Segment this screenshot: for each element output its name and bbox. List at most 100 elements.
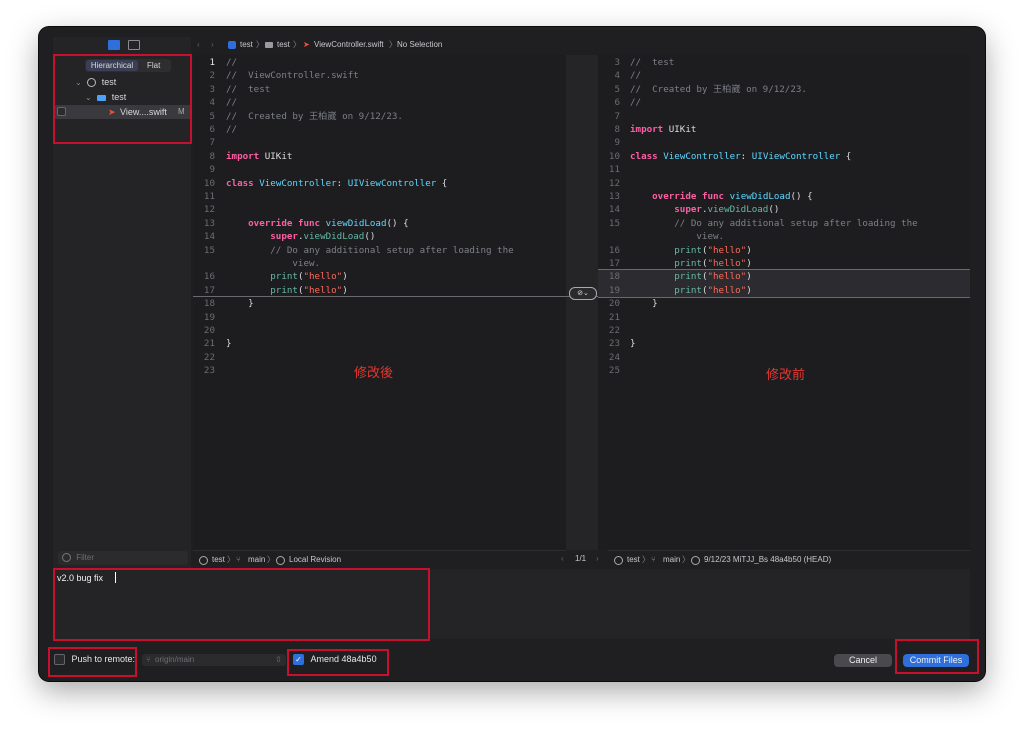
forward-icon[interactable]: › <box>211 37 214 53</box>
code-token: UIViewController <box>751 150 841 162</box>
highlight-file-tree <box>53 54 192 144</box>
line-number: 18 <box>203 298 215 310</box>
chevron-right-icon: 〉 <box>267 555 275 564</box>
change-counter: 1/1 <box>575 554 587 563</box>
code-token: // <box>226 57 238 68</box>
code-token: // <box>630 70 642 82</box>
line-number: 9 <box>614 137 620 149</box>
code-line: 4 // <box>193 96 566 109</box>
code-token: { <box>436 177 448 189</box>
breadcrumb-file[interactable]: ViewController.swift <box>314 37 384 53</box>
code-line: 15 // Do any additional setup after load… <box>193 244 566 257</box>
line-number: 5 <box>614 83 620 95</box>
line-number: 12 <box>203 204 215 216</box>
code-text: override func viewDidLoad() { <box>226 217 409 230</box>
previous-change-icon[interactable]: ‹ <box>561 550 564 568</box>
line-number: 24 <box>608 351 620 363</box>
filter-placeholder: Filter <box>76 553 95 562</box>
code-text: class ViewController: UIViewController { <box>630 150 851 163</box>
code-token: // ViewController.swift <box>226 70 359 82</box>
code-token: print <box>674 271 702 283</box>
code-token: ViewController <box>663 150 741 162</box>
code-line: 17 print("hello") <box>598 257 970 270</box>
line-number: 14 <box>608 204 620 216</box>
changes-tab-icon[interactable] <box>108 40 120 50</box>
code-line: 5 // Created by 王柏崴 on 9/12/23. <box>598 83 970 96</box>
original-code-pane[interactable]: 修改前 3// test 4//5// Created by 王柏崴 on 9/1… <box>598 55 970 550</box>
breadcrumb-selection[interactable]: No Selection <box>397 37 442 53</box>
line-number: 16 <box>608 244 620 256</box>
modified-code-pane[interactable]: 修改後 1//2// ViewController.swift 3// test 4… <box>193 55 566 550</box>
swift-icon: ➤ <box>303 40 310 49</box>
remote-branch-select[interactable]: ⑂ origin/main ⇳ <box>142 654 286 666</box>
breadcrumb-project[interactable]: test <box>240 37 253 53</box>
code-token: viewDidLoad <box>707 204 769 216</box>
code-line: view. <box>193 257 566 270</box>
code-line: 12 <box>193 203 566 216</box>
code-token: print <box>674 284 702 296</box>
code-line: 16 print("hello") <box>598 244 970 257</box>
code-token: UIViewController <box>347 177 437 189</box>
code-line: 13 override func viewDidLoad() { <box>193 217 566 230</box>
code-token: import <box>226 150 260 162</box>
code-line: 23 <box>193 364 566 377</box>
history-tab-icon[interactable] <box>128 40 140 50</box>
filter-field[interactable]: Filter <box>58 551 188 565</box>
right-footer-revision[interactable]: 9/12/23 MiTJJ_Bs 48a4b50 (HEAD) <box>704 551 831 569</box>
code-line: 20 } <box>598 297 970 310</box>
code-line: 3 // test <box>193 83 566 96</box>
code-token: ) <box>342 271 348 283</box>
right-footer-project[interactable]: test <box>627 551 640 569</box>
code-token: print <box>270 271 298 283</box>
change-toggle-button[interactable]: ⊘⌄ <box>569 287 597 300</box>
code-token: } <box>630 338 636 350</box>
line-number: 22 <box>203 351 215 363</box>
code-text: // <box>630 96 641 109</box>
line-number: 10 <box>203 177 215 189</box>
left-footer-project[interactable]: test <box>212 551 225 569</box>
back-icon[interactable]: ‹ <box>197 37 200 53</box>
code-text: class ViewController: UIViewController { <box>226 177 447 190</box>
line-number: 13 <box>203 217 215 229</box>
code-token: ) <box>746 271 752 283</box>
left-footer-branch[interactable]: main <box>248 551 265 569</box>
code-token: UIKit <box>259 150 293 162</box>
code-text: // Do any additional setup after loading… <box>226 244 513 257</box>
code-text: // test <box>630 56 674 69</box>
line-number: 7 <box>209 137 215 149</box>
line-number: 17 <box>608 258 620 269</box>
chevron-right-icon: 〉 <box>256 40 264 49</box>
code-token: } <box>226 338 232 350</box>
next-change-icon[interactable]: › <box>596 550 599 568</box>
code-token: print <box>674 258 702 269</box>
code-line: 7 <box>598 110 970 123</box>
line-number: 18 <box>608 271 620 283</box>
code-line: 20 <box>193 324 566 337</box>
line-number: 4 <box>209 97 215 109</box>
code-text: // ViewController.swift <box>226 69 359 82</box>
remote-branch-value: origin/main <box>155 655 195 664</box>
code-line: 24 <box>598 351 970 364</box>
code-token: viewDidLoad <box>303 231 365 243</box>
line-number: 12 <box>608 177 620 189</box>
code-text: super.viewDidLoad() <box>630 203 779 216</box>
code-line: 4 // <box>598 69 970 82</box>
line-number: 3 <box>209 83 215 95</box>
left-footer-revision[interactable]: Local Revision <box>289 551 341 569</box>
code-token: UIKit <box>663 124 697 135</box>
code-token: print <box>674 244 702 256</box>
code-line: 2 // ViewController.swift <box>193 69 566 82</box>
right-footer-branch[interactable]: main <box>663 551 680 569</box>
code-text: print("hello") <box>630 270 752 283</box>
line-number: 13 <box>608 191 620 202</box>
breadcrumb-folder[interactable]: test <box>277 37 290 53</box>
cancel-button[interactable]: Cancel <box>834 654 892 667</box>
branch-icon: ⑂ <box>146 655 151 664</box>
left-revision-bar: test 〉 ⑂ main 〉 Local Revision <box>193 550 566 569</box>
